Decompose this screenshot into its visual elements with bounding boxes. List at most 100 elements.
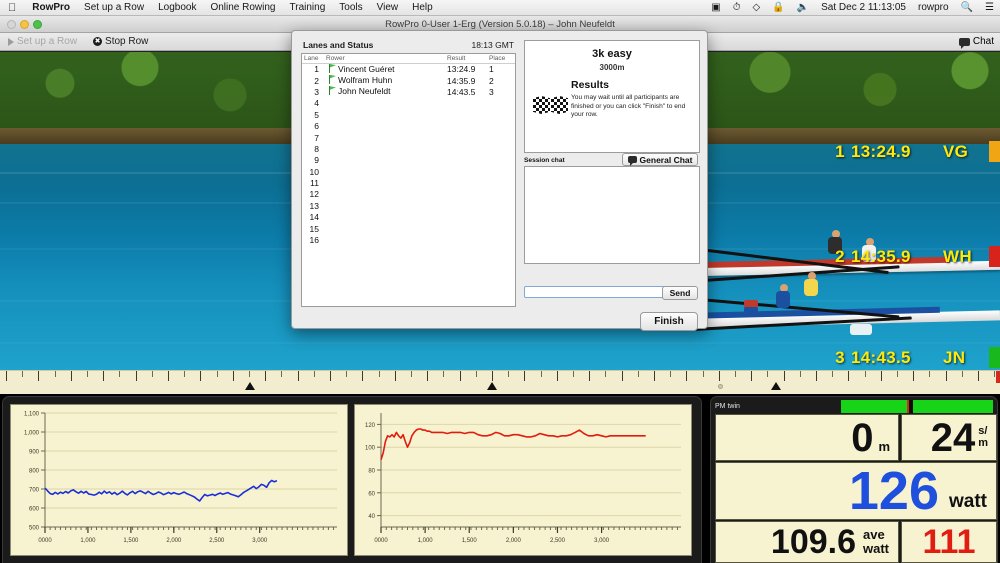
menu-bar-clock[interactable]: Sat Dec 2 11:13:05 [815,2,912,13]
session-timeline-ruler[interactable] [0,370,1000,394]
cell-lane: 4 [314,98,319,109]
volume-icon[interactable]: 🔈 [791,2,815,13]
table-row[interactable]: 9 [302,155,515,166]
table-row[interactable]: 3 John Neufeldt 14:43.5 3 [302,86,515,97]
ruler-tick [751,371,753,381]
pm-twin-header: PM twin [715,399,993,413]
oar-blade [744,307,758,315]
ruler-marker[interactable] [245,382,255,390]
session-chat-log[interactable] [524,166,700,264]
cell-rower [324,132,328,143]
notification-center-icon[interactable]: ☰ [979,2,1000,13]
ruler-tick [897,371,898,377]
table-row[interactable]: 5 [302,109,515,120]
table-row[interactable]: 4 [302,98,515,109]
table-row[interactable]: 7 [302,132,515,143]
lanes-table-container[interactable]: Lane Rower Result Place 1 Vincent Guéret 1… [301,53,516,307]
general-chat-button[interactable]: General Chat [622,153,698,166]
menu-item-view[interactable]: View [370,2,406,13]
apple-menu-icon[interactable]:  [0,2,25,14]
svg-text:80: 80 [368,469,375,475]
pm-ave-unit-bottom: watt [863,541,889,556]
finish-button[interactable]: Finish [640,312,698,331]
chat-bubble-icon [627,156,637,166]
svg-text:3,000: 3,000 [252,538,268,544]
menu-item-help[interactable]: Help [405,2,440,13]
table-row[interactable]: 11 [302,177,515,188]
send-button[interactable]: Send [662,286,698,300]
chat-input-field[interactable] [524,286,665,298]
ruler-tick [605,371,607,377]
table-row[interactable]: 6 [302,120,515,131]
table-row[interactable]: 12 [302,189,515,200]
cell-lane: 8 [314,143,319,154]
ruler-end-marker [996,371,1000,383]
ruler-tick [151,371,153,377]
menu-item-online-rowing[interactable]: Online Rowing [203,2,282,13]
race-time: 14:35.9 [851,246,911,266]
cell-lane: 12 [309,189,319,200]
cell-lane: 14 [309,212,319,223]
table-row[interactable]: 15 [302,223,515,234]
rower-flag-icon [326,74,335,84]
race-position: 2 [835,246,845,266]
table-row[interactable]: 14 [302,212,515,223]
session-name: 3k easy [592,48,632,60]
mac-menu-bar:  RowPro Set up a Row Logbook Online Row… [0,0,1000,16]
cell-place [487,155,515,166]
svg-text:600: 600 [29,507,40,513]
pm-watt-value: 126 [848,461,939,521]
menu-item-logbook[interactable]: Logbook [151,2,203,13]
column-result: Result [445,54,487,64]
cell-place: 1 [489,64,494,75]
menu-item-rowpro[interactable]: RowPro [25,2,77,13]
ruler-marker[interactable] [487,382,497,390]
cell-lane: 3 [314,86,319,97]
screen-share-icon[interactable]: ▣ [705,2,726,13]
ruler-handle[interactable] [718,384,723,389]
cell-rower [324,98,328,109]
ruler-tick [265,371,267,381]
stop-row-button[interactable]: ✖ Stop Row [85,36,156,47]
table-row[interactable]: 1 Vincent Guéret 13:24.9 1 [302,64,515,75]
search-icon[interactable]: 🔍 [955,2,979,13]
table-row[interactable]: 10 [302,166,515,177]
cell-rower [324,189,328,200]
column-lane: Lane [302,54,324,64]
table-row[interactable]: 16 [302,234,515,245]
ruler-tick [184,371,186,377]
ruler-tick [362,371,364,381]
ruler-tick [443,371,445,377]
ruler-tick [783,371,785,381]
ruler-tick [880,371,882,381]
menu-item-tools[interactable]: Tools [332,2,369,13]
dropbox-icon[interactable]: ◇ [747,2,767,13]
setup-a-row-button[interactable]: Set up a Row [0,36,85,47]
table-row[interactable]: 2 Wolfram Huhn 14:35.9 2 [302,74,515,86]
menu-item-training[interactable]: Training [283,2,333,13]
stop-row-label: Stop Row [105,36,149,47]
pm-twin-panel: PM twin 0 m 24 s/ m 126 watt 109.6 ave w… [708,394,1000,563]
heartrate-chart[interactable]: 40 60 80 100 120 0000 1,000 1,500 2,000 2,500 3,00… [354,404,692,556]
table-row[interactable]: 8 [302,143,515,154]
time-machine-icon[interactable]: ⏱ [727,2,747,13]
race-color-swatch [989,141,1000,162]
pm-average-watt-cell: 109.6 ave watt [715,521,899,563]
ruler-marker[interactable] [771,382,781,390]
table-row[interactable]: 13 [302,200,515,211]
cell-lane: 7 [314,132,319,143]
cell-result [445,155,487,166]
session-chat-label: Session chat [524,157,565,164]
lock-icon[interactable]: 🔒 [766,2,790,13]
menu-bar-user[interactable]: rowpro [912,2,955,13]
menu-item-set-up-a-row[interactable]: Set up a Row [77,2,151,13]
cell-lane: 6 [314,121,319,132]
chat-button[interactable]: Chat [958,36,994,49]
ruler-tick [378,371,380,377]
cell-result [445,234,487,245]
cell-result [445,189,487,200]
calories-chart[interactable]: 500 600 700 800 900 1,000 1,100 0000 1,000 1,500 2… [10,404,348,556]
ruler-tick [492,371,493,381]
window-title: RowPro 0-User 1-Erg (Version 5.0.18) – J… [385,18,615,30]
race-initials: VG [943,141,969,161]
